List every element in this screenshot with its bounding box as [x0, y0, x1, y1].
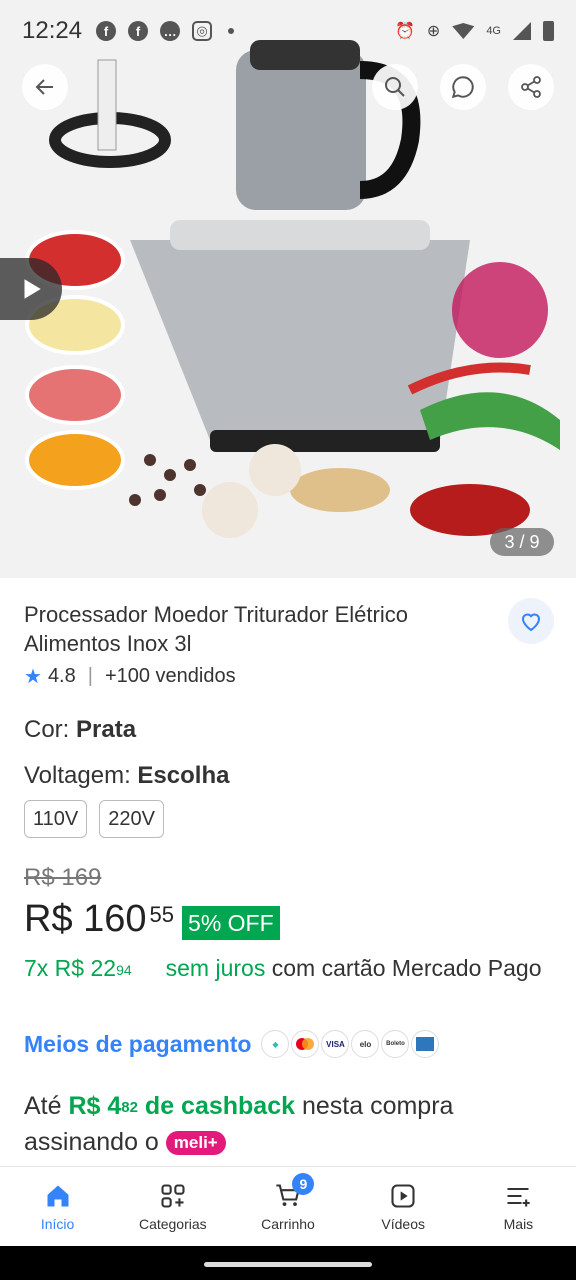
status-bar: 12:24 f f … ◎ ⏰ ⊕ 4G: [0, 0, 576, 62]
elo-icon: elo: [351, 1030, 380, 1058]
voltage-label: Voltagem:: [24, 762, 138, 789]
instagram-icon: ◎: [192, 21, 213, 41]
nav-label-categorias: Categorias: [138, 1215, 207, 1232]
alarm-icon: ⏰: [394, 23, 415, 40]
color-label: Cor:: [24, 716, 77, 743]
share-icon: [521, 76, 541, 98]
favorite-button[interactable]: [508, 598, 554, 644]
nav-item-videos[interactable]: Vídeos: [346, 1167, 461, 1246]
original-price: R$ 169: [24, 864, 102, 891]
voltage-option-220v[interactable]: 220V: [99, 800, 164, 838]
arrow-left-icon: [35, 79, 53, 95]
back-button[interactable]: [22, 64, 68, 110]
nav-item-carrinho[interactable]: 9 Carrinho: [230, 1167, 345, 1246]
cashback-amount-cents: 82: [121, 1099, 138, 1116]
bottom-navigation: Início Categorias 9 Carrinho Vídeos Mais: [0, 1166, 576, 1246]
play-video-button[interactable]: [0, 258, 62, 320]
installment-card-text: com cartão Mercado Pago: [271, 955, 542, 981]
rating-row[interactable]: ★ 4.8 | +100 vendidos: [24, 664, 236, 689]
voltage-option-110v[interactable]: 110V: [24, 800, 88, 838]
more-notifications-icon: [228, 28, 235, 34]
no-interest-label: sem juros: [165, 955, 266, 981]
cashback-label: de cashback: [137, 1092, 296, 1120]
nav-label-carrinho: Carrinho: [261, 1215, 315, 1232]
home-gesture-bar[interactable]: [204, 1262, 372, 1267]
current-price-cents: 55: [149, 902, 175, 927]
mastercard-icon: [291, 1030, 320, 1058]
product-title: Processador Moedor Triturador Elétrico A…: [24, 602, 408, 656]
home-icon: [47, 1185, 69, 1206]
voltage-options: 110V 220V: [24, 800, 164, 838]
product-gallery[interactable]: 3 / 9: [0, 0, 576, 578]
visa-icon: VISA: [321, 1030, 350, 1058]
pix-icon: ◆: [261, 1030, 290, 1058]
installment-cents: 94: [116, 962, 132, 978]
voltage-value: Escolha: [137, 762, 230, 789]
battery-icon: [543, 21, 554, 41]
price-row: R$ 160 55 5% OFF: [24, 898, 280, 941]
boleto-icon: Boleto: [381, 1030, 410, 1058]
video-icon: [391, 1183, 415, 1208]
heart-icon: [521, 613, 541, 632]
nav-item-inicio[interactable]: Início: [0, 1167, 115, 1246]
current-price: R$ 160: [24, 898, 147, 940]
installment-amount: 7x R$ 22: [24, 955, 117, 981]
installments-info: 7x R$ 2294 sem juros com cartão Mercado P…: [24, 952, 554, 985]
divider: |: [87, 665, 93, 687]
wifi-icon: [452, 23, 475, 39]
color-value: Prata: [76, 716, 137, 743]
cashback-info: Até R$ 482 de cashback nesta compra assi…: [24, 1088, 554, 1160]
cart-count-badge: 9: [292, 1173, 315, 1195]
facebook-icon: f: [96, 21, 117, 41]
sold-count: +100 vendidos: [104, 665, 236, 687]
nav-item-categorias[interactable]: Categorias: [115, 1167, 230, 1246]
status-time: 12:24: [22, 17, 83, 44]
payment-methods-row[interactable]: Meios de pagamento ◆ VISA elo Boleto: [24, 1030, 440, 1058]
nav-label-mais: Mais: [503, 1215, 534, 1232]
facebook-icon: f: [128, 21, 149, 41]
nav-label-inicio: Início: [40, 1215, 75, 1232]
image-counter: 3 / 9: [490, 528, 554, 556]
payment-methods-link[interactable]: Meios de pagamento: [24, 1031, 251, 1058]
color-selector[interactable]: Cor: Prata: [24, 716, 136, 744]
play-icon: [24, 279, 41, 299]
amex-icon: [411, 1030, 440, 1058]
rating-value: 4.8: [47, 665, 76, 687]
star-icon: ★: [24, 666, 42, 688]
discount-badge: 5% OFF: [182, 906, 280, 940]
product-image[interactable]: [0, 30, 576, 560]
search-icon: [385, 77, 405, 97]
nav-item-mais[interactable]: Mais: [461, 1167, 576, 1246]
signal-icon: [513, 22, 531, 40]
menu-plus-icon: [507, 1187, 531, 1206]
blade-accessory: [49, 59, 171, 168]
search-button[interactable]: [372, 64, 418, 110]
chat-icon: …: [160, 21, 181, 41]
system-navigation-bar: [0, 1246, 576, 1280]
whatsapp-share-button[interactable]: [440, 64, 486, 110]
cashback-prefix: Até: [24, 1092, 69, 1120]
nav-label-videos: Vídeos: [381, 1215, 425, 1232]
cashback-amount: R$ 4: [68, 1092, 122, 1120]
whatsapp-icon: [451, 76, 474, 99]
share-button[interactable]: [508, 64, 554, 110]
network-type: 4G: [486, 25, 501, 37]
data-saver-icon: ⊕: [426, 23, 441, 40]
voltage-selector: Voltagem: Escolha: [24, 762, 229, 790]
meli-plus-badge[interactable]: meli+: [165, 1131, 226, 1156]
categories-icon: [161, 1183, 185, 1208]
